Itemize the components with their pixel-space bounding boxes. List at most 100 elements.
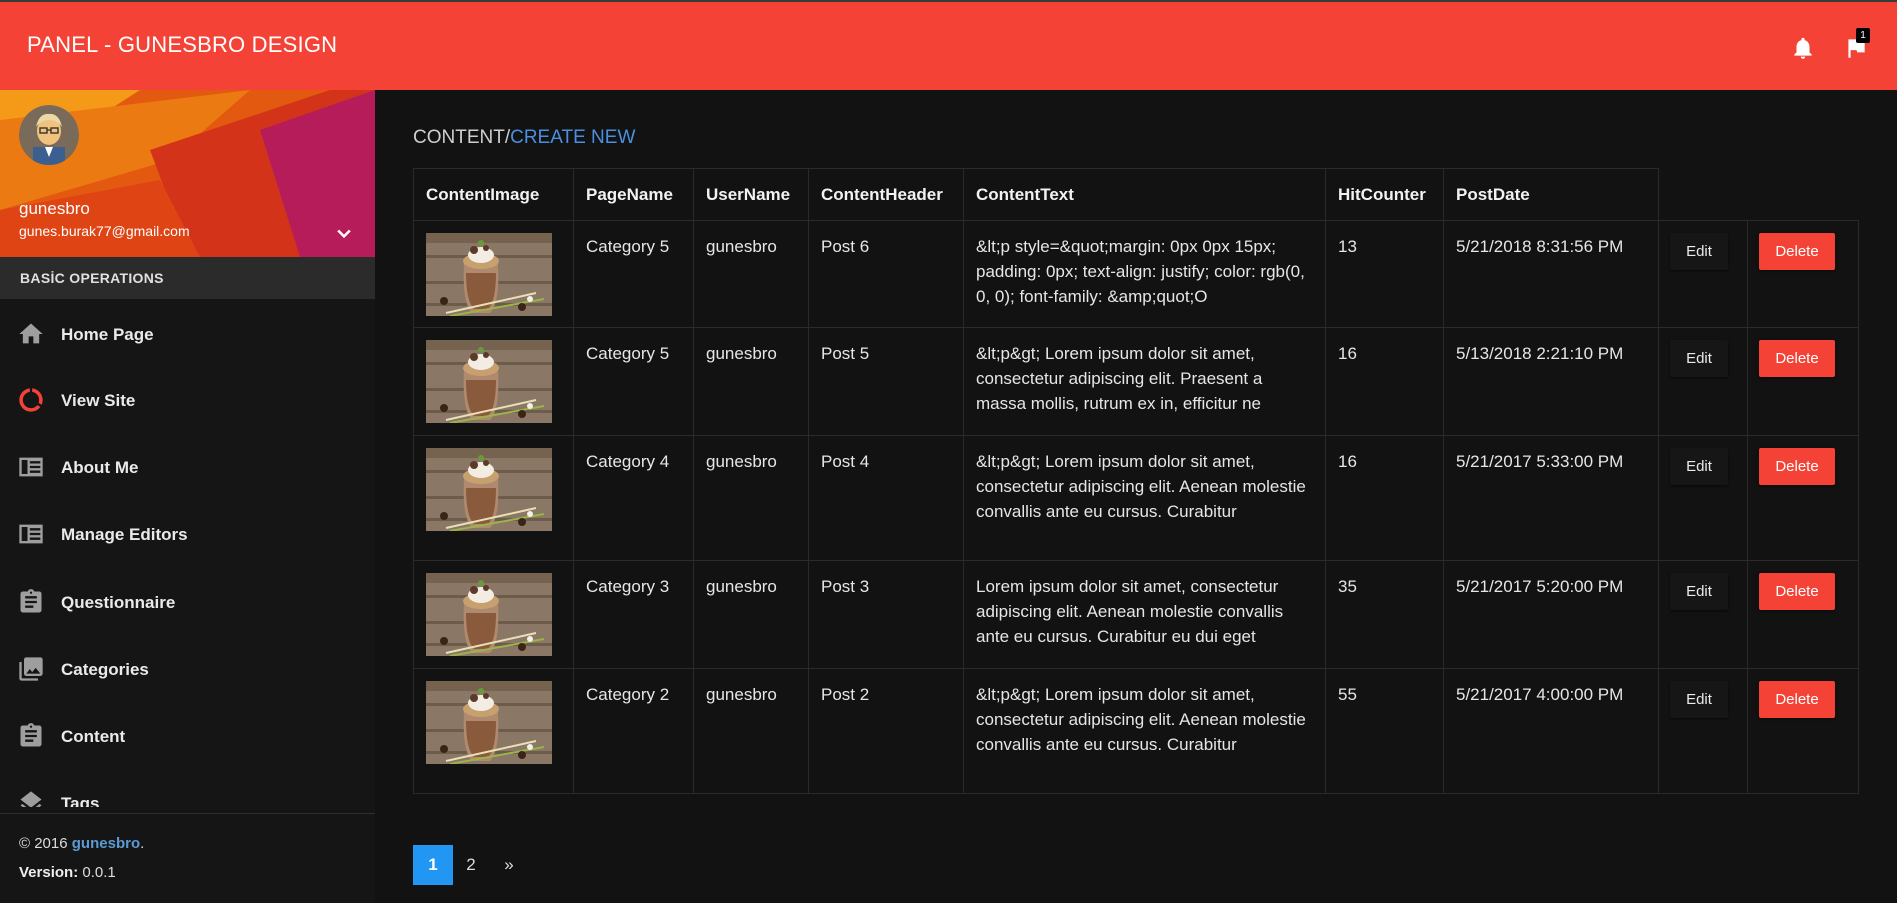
content-image-cell <box>413 435 574 561</box>
column-header[interactable]: ContentHeader <box>808 168 964 221</box>
content-header-cell: Post 5 <box>808 327 964 436</box>
view-list-icon <box>19 457 43 477</box>
version-value: 0.0.1 <box>78 864 116 881</box>
layers-icon <box>20 791 42 807</box>
edit-button[interactable]: Edit <box>1670 448 1728 485</box>
column-header[interactable]: HitCounter <box>1325 168 1444 221</box>
copyright-link[interactable]: gunesbro <box>72 835 140 852</box>
edit-cell: Edit <box>1658 220 1748 328</box>
hit-counter-cell: 16 <box>1325 327 1444 436</box>
avatar[interactable] <box>19 105 79 165</box>
content-image-cell <box>413 220 574 328</box>
delete-button[interactable]: Delete <box>1759 681 1835 718</box>
delete-cell: Delete <box>1747 435 1859 561</box>
next-page-button[interactable]: » <box>489 845 529 885</box>
column-header-blank <box>1658 168 1748 221</box>
sidebar-item-categories[interactable]: Categories <box>0 641 375 697</box>
page-name-cell: Category 5 <box>573 327 694 436</box>
bell-icon[interactable] <box>1790 35 1816 61</box>
edit-cell: Edit <box>1658 668 1748 794</box>
sidebar-item-content[interactable]: Content <box>0 708 375 764</box>
table-row: Category 5 gunesbro Post 5 &lt;p&gt; Lor… <box>413 327 1859 436</box>
post-date-cell: 5/21/2017 5:20:00 PM <box>1443 560 1659 669</box>
content-text-cell: &lt;p style=&quot;margin: 0px 0px 15px; … <box>963 220 1326 328</box>
delete-button[interactable]: Delete <box>1759 340 1835 377</box>
menu-header: BASİC OPERATIONS <box>0 257 375 299</box>
delete-button[interactable]: Delete <box>1759 573 1835 610</box>
edit-button[interactable]: Edit <box>1670 233 1728 270</box>
chevron-down-icon[interactable] <box>334 223 354 243</box>
sidebar-item-manage-editors[interactable]: Manage Editors <box>0 506 375 562</box>
table-row: Category 5 gunesbro Post 6 &lt;p style=&… <box>413 220 1859 328</box>
delete-button[interactable]: Delete <box>1759 233 1835 270</box>
sidebar-item-questionnaire[interactable]: Questionnaire <box>0 574 375 630</box>
top-bar: PANEL - GUNESBRO DESIGN 1 <box>0 0 1897 90</box>
hit-counter-cell: 13 <box>1325 220 1444 328</box>
version-label: Version: <box>19 864 79 881</box>
user-name-cell: gunesbro <box>693 220 809 328</box>
sidebar-item-view-site[interactable]: View Site <box>0 372 375 428</box>
user-info-panel: gunesbro gunes.burak77@gmail.com <box>0 90 375 257</box>
edit-cell: Edit <box>1658 435 1748 561</box>
content-header-cell: Post 6 <box>808 220 964 328</box>
edit-button[interactable]: Edit <box>1670 340 1728 377</box>
sidebar-item-about-me[interactable]: About Me <box>0 439 375 495</box>
content-image-cell <box>413 560 574 669</box>
page-1-button[interactable]: 1 <box>413 845 453 885</box>
column-header-blank <box>1747 168 1859 221</box>
hit-counter-cell: 35 <box>1325 560 1444 669</box>
avatar-image <box>19 105 79 165</box>
sidebar-item-home-page[interactable]: Home Page <box>0 306 375 362</box>
table-row: Category 2 gunesbro Post 2 &lt;p&gt; Lor… <box>413 668 1859 794</box>
sidebar-item-label: Manage Editors <box>61 525 188 544</box>
column-header[interactable]: ContentImage <box>413 168 574 221</box>
edit-button[interactable]: Edit <box>1670 681 1728 718</box>
sidebar-item-label: About Me <box>61 458 139 477</box>
column-header[interactable]: UserName <box>693 168 809 221</box>
create-new-link[interactable]: CREATE NEW <box>510 127 635 148</box>
page-name-cell: Category 5 <box>573 220 694 328</box>
donut-icon <box>19 388 43 412</box>
user-name-cell: gunesbro <box>693 435 809 561</box>
content-header-cell: Post 2 <box>808 668 964 794</box>
column-header[interactable]: PostDate <box>1443 168 1659 221</box>
sidebar-item-label: Content <box>61 727 126 746</box>
content-thumbnail <box>426 233 552 316</box>
content-thumbnail <box>426 681 552 764</box>
column-header[interactable]: PageName <box>573 168 694 221</box>
edit-cell: Edit <box>1658 327 1748 436</box>
user-name-cell: gunesbro <box>693 668 809 794</box>
clipboard-icon <box>20 723 42 747</box>
edit-cell: Edit <box>1658 560 1748 669</box>
app-title[interactable]: PANEL - GUNESBRO DESIGN <box>27 32 337 58</box>
page-name-cell: Category 3 <box>573 560 694 669</box>
content-header-cell: Post 3 <box>808 560 964 669</box>
content-text-cell: &lt;p&gt; Lorem ipsum dolor sit amet, co… <box>963 435 1326 561</box>
hit-counter-cell: 55 <box>1325 668 1444 794</box>
column-header[interactable]: ContentText <box>963 168 1326 221</box>
delete-cell: Delete <box>1747 668 1859 794</box>
page-name-cell: Category 4 <box>573 435 694 561</box>
photo-library-icon <box>19 657 43 681</box>
content-text-cell: &lt;p&gt; Lorem ipsum dolor sit amet, co… <box>963 668 1326 794</box>
view-list-icon <box>19 524 43 544</box>
sidebar-item-label: View Site <box>61 391 136 410</box>
post-date-cell: 5/13/2018 2:21:10 PM <box>1443 327 1659 436</box>
content-header-cell: Post 4 <box>808 435 964 561</box>
delete-button[interactable]: Delete <box>1759 448 1835 485</box>
copyright-suffix: . <box>140 835 145 852</box>
post-date-cell: 5/21/2017 4:00:00 PM <box>1443 668 1659 794</box>
sidebar-footer: © 2016 gunesbro. Version: 0.0.1 <box>0 813 375 903</box>
breadcrumb-current: CONTENT/ <box>413 127 511 148</box>
user-name-cell: gunesbro <box>693 327 809 436</box>
content-text-cell: Lorem ipsum dolor sit amet, consectetur … <box>963 560 1326 669</box>
user-name: gunesbro <box>19 199 90 218</box>
table-header-row: ContentImage PageName UserName ContentHe… <box>413 168 1859 221</box>
post-date-cell: 5/21/2017 5:33:00 PM <box>1443 435 1659 561</box>
page-2-button[interactable]: 2 <box>451 845 491 885</box>
sidebar-item-tags[interactable]: Tags <box>0 775 375 807</box>
content-table: ContentImage PageName UserName ContentHe… <box>413 168 1859 794</box>
post-date-cell: 5/21/2018 8:31:56 PM <box>1443 220 1659 328</box>
home-icon <box>19 323 43 344</box>
edit-button[interactable]: Edit <box>1670 573 1728 610</box>
